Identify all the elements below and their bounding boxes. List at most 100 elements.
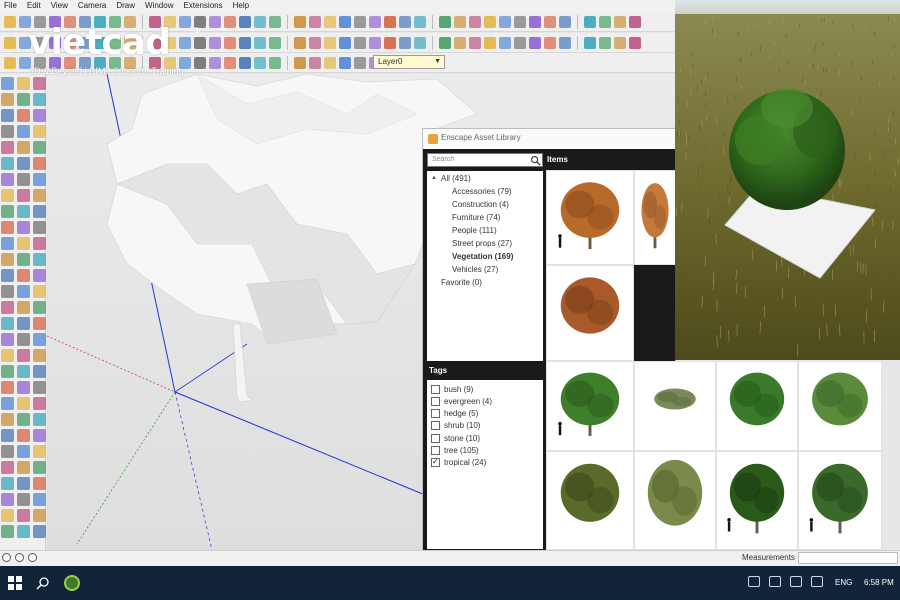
pan-tool-icon[interactable] [544,15,556,28]
category-item[interactable]: Furniture (74) [452,213,500,222]
arc-tool-icon[interactable] [1,525,14,538]
zoom-tool-icon[interactable] [33,509,46,522]
move-tool-icon[interactable] [384,15,396,28]
rect-tool-icon[interactable] [514,15,526,28]
push-pull-icon[interactable] [1,125,14,138]
category-item[interactable]: People (111) [452,226,497,235]
paint-tool-icon[interactable] [33,525,46,538]
push-pull-icon[interactable] [239,15,251,28]
scale-tool-icon[interactable] [17,525,30,538]
orbit-tool-icon[interactable] [399,15,411,28]
eraser-tool-icon[interactable] [33,221,46,234]
scale-tool-icon[interactable] [254,36,266,49]
rect-tool-icon[interactable] [1,221,14,234]
move-tool-icon[interactable] [17,301,30,314]
layer-dropdown[interactable]: Layer0 ▼ [373,55,445,69]
asset-thumbnail[interactable] [634,170,676,265]
rect-tool-icon[interactable] [309,56,321,69]
rotate-tool-icon[interactable] [33,269,46,282]
search-icon[interactable] [530,155,541,166]
arc-tool-icon[interactable] [1,317,14,330]
taskbar-clock[interactable]: 6:58 PM [864,578,894,587]
asset-thumbnail[interactable] [546,451,634,550]
push-pull-icon[interactable] [454,15,466,28]
select-tool-icon[interactable] [209,15,221,28]
paint-tool-icon[interactable] [33,317,46,330]
menu-window[interactable]: Window [145,0,173,12]
select-tool-icon[interactable] [1,77,14,90]
tag-row[interactable]: hedge (5) [431,409,478,419]
arc-tool-icon[interactable] [584,36,596,49]
tag-checkbox[interactable] [431,457,440,468]
select-tool-icon[interactable] [209,36,221,49]
scale-tool-icon[interactable] [1,461,14,474]
move-tool-icon[interactable] [384,36,396,49]
orbit-tool-icon[interactable] [17,429,30,442]
zoom-tool-icon[interactable] [269,15,281,28]
rotate-tool-icon[interactable] [1,141,14,154]
zoom-tool-icon[interactable] [1,381,14,394]
line-tool-icon[interactable] [17,269,30,282]
paint-tool-icon[interactable] [1,397,14,410]
asset-thumbnail[interactable] [798,451,882,550]
line-tool-icon[interactable] [1,413,14,426]
line-tool-icon[interactable] [224,56,236,69]
category-item[interactable]: Accessories (79) [452,187,512,196]
select-tool-icon[interactable] [33,413,46,426]
move-tool-icon[interactable] [599,15,611,28]
category-item[interactable]: Street props (27) [452,239,512,248]
volume-icon[interactable] [790,576,802,587]
sketchup-taskbar-icon[interactable] [64,575,80,591]
pan-tool-icon[interactable] [1,269,14,282]
paint-tool-icon[interactable] [1,189,14,202]
paint-tool-icon[interactable] [354,56,366,69]
move-tool-icon[interactable] [17,93,30,106]
select-tool-icon[interactable] [414,15,426,28]
scale-tool-icon[interactable] [469,15,481,28]
battery-icon[interactable] [811,576,823,587]
asset-thumbnail[interactable] [546,361,634,451]
move-tool-icon[interactable] [17,509,30,522]
pan-tool-icon[interactable] [17,333,30,346]
asset-thumbnail[interactable] [634,451,716,550]
zoom-tool-icon[interactable] [484,36,496,49]
pan-tool-icon[interactable] [33,189,46,202]
tag-checkbox[interactable] [431,433,440,443]
menu-edit[interactable]: Edit [27,0,41,12]
tree-collapse-icon[interactable]: ▲ [431,175,437,181]
zoom-tool-icon[interactable] [33,301,46,314]
pan-tool-icon[interactable] [17,125,30,138]
asset-thumbnail[interactable] [546,170,634,265]
select-tool-icon[interactable] [629,15,641,28]
scale-tool-icon[interactable] [17,109,30,122]
rect-tool-icon[interactable] [1,429,14,442]
select-tool-icon[interactable] [17,349,30,362]
tag-row[interactable]: tropical (24) [431,457,486,468]
taskbar-search-icon[interactable] [36,576,50,590]
asset-thumbnail[interactable] [634,361,716,451]
zoom-tool-icon[interactable] [33,93,46,106]
eraser-tool-icon[interactable] [294,15,306,28]
scale-tool-icon[interactable] [469,36,481,49]
rect-tool-icon[interactable] [309,36,321,49]
rect-tool-icon[interactable] [309,15,321,28]
line-tool-icon[interactable] [224,36,236,49]
line-tool-icon[interactable] [33,333,46,346]
chevron-up-icon[interactable] [748,576,760,587]
eraser-tool-icon[interactable] [294,56,306,69]
line-tool-icon[interactable] [33,125,46,138]
tag-checkbox[interactable] [431,446,440,455]
info-icon[interactable] [2,553,11,562]
paint-tool-icon[interactable] [33,109,46,122]
eraser-tool-icon[interactable] [17,157,30,170]
menu-extensions[interactable]: Extensions [183,0,222,12]
push-pull-icon[interactable] [239,36,251,49]
line-tool-icon[interactable] [439,15,451,28]
move-tool-icon[interactable] [33,365,46,378]
rect-tool-icon[interactable] [514,36,526,49]
rotate-tool-icon[interactable] [33,477,46,490]
asset-thumbnail[interactable] [798,361,882,451]
move-tool-icon[interactable] [599,36,611,49]
push-pull-icon[interactable] [33,253,46,266]
zoom-tool-icon[interactable] [1,173,14,186]
